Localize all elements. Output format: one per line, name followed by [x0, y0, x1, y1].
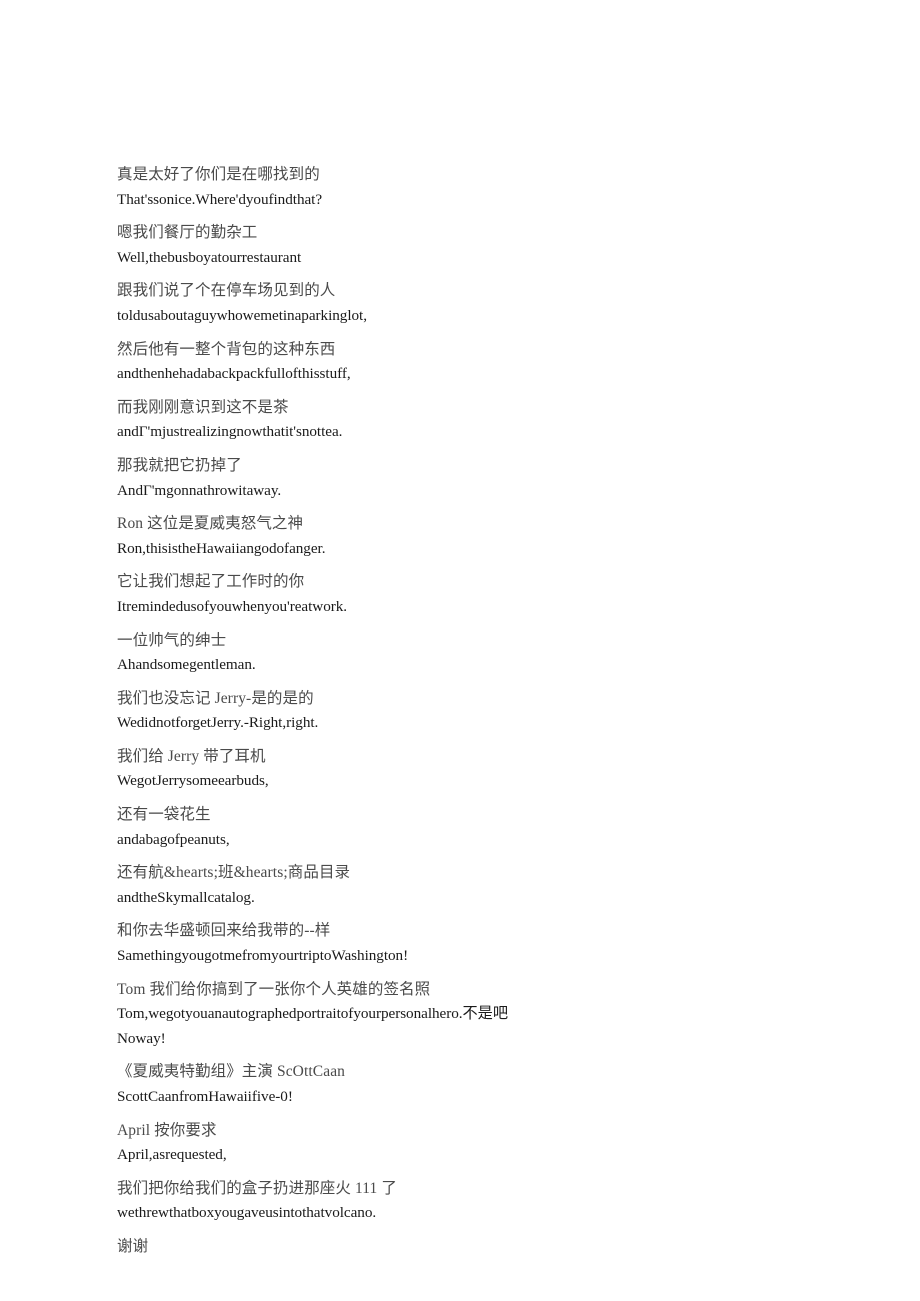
subtitle-stanza: 那我就把它扔掉了 AndΓ'mgonnathrowitaway.	[117, 454, 817, 503]
subtitle-line-en-continued: Noway!	[117, 1029, 166, 1047]
subtitle-line-zh: Tom 我们给你搞到了一张你个人英雄的签名照	[117, 980, 431, 998]
subtitle-line-zh: 我们也没忘记 Jerry-是的是的	[117, 689, 314, 707]
transcript-body: 真是太好了你们是在哪找到的 That'ssonice.Where'dyoufin…	[117, 163, 817, 1269]
subtitle-stanza: 我们把你给我们的盒子扔进那座火 111 了 wethrewthatboxyoug…	[117, 1177, 817, 1226]
subtitle-stanza: 谢谢	[117, 1235, 817, 1260]
subtitle-line-zh: April 按你要求	[117, 1121, 217, 1139]
subtitle-line-zh: 我们给 Jerry 带了耳机	[117, 747, 266, 765]
subtitle-line-zh: 我们把你给我们的盒子扔进那座火 111 了	[117, 1179, 397, 1197]
subtitle-line-en: andtheSkymallcatalog.	[117, 888, 255, 906]
subtitle-stanza: 还有一袋花生 andabagofpeanuts,	[117, 803, 817, 852]
subtitle-line-en: toldusaboutaguywhowemetinaparkinglot,	[117, 306, 367, 324]
subtitle-line-en: andabagofpeanuts,	[117, 830, 230, 848]
subtitle-line-en: Tom,wegotyouanautographedportraitofyourp…	[117, 1005, 508, 1023]
subtitle-line-en: ScottCaanfromHawaiifive-0!	[117, 1088, 293, 1105]
subtitle-line-zh: 然后他有一整个背包的这种东西	[117, 340, 336, 358]
subtitle-line-zh: 还有航&hearts;班&hearts;商品目录	[117, 864, 351, 882]
subtitle-line-en: That'ssonice.Where'dyoufindthat?	[117, 190, 323, 208]
subtitle-stanza: 还有航&hearts;班&hearts;商品目录 andtheSkymallca…	[117, 861, 817, 910]
subtitle-line-en: WedidnotforgetJerry.-Right,right.	[117, 714, 319, 732]
subtitle-line-en: Ron,thisistheHawaiiangodofanger.	[117, 539, 326, 557]
subtitle-stanza: 然后他有一整个背包的这种东西 andthenhehadabackpackfull…	[117, 338, 817, 387]
subtitle-line-en: April,asrequested,	[117, 1146, 227, 1164]
subtitle-line-en: AndΓ'mgonnathrowitaway.	[117, 481, 282, 499]
subtitle-line-zh: 谢谢	[117, 1237, 149, 1255]
subtitle-stanza: 而我刚刚意识到这不是茶 andΓ'mjustrealizingnowthatit…	[117, 396, 817, 445]
subtitle-line-zh: 跟我们说了个在停车场见到的人	[117, 282, 336, 300]
subtitle-stanza: April 按你要求 April,asrequested,	[117, 1119, 817, 1168]
subtitle-line-zh: 而我刚刚意识到这不是茶	[117, 398, 289, 416]
subtitle-stanza: 嗯我们餐厅的勤杂工 Well,thebusboyatourrestaurant	[117, 221, 817, 270]
subtitle-line-zh: 那我就把它扔掉了	[117, 456, 242, 474]
subtitle-line-zh: 一位帅气的绅士	[117, 631, 227, 649]
subtitle-line-zh: 还有一袋花生	[117, 806, 211, 824]
subtitle-line-en: Itremindedusofyouwhenyou'reatwork.	[117, 597, 348, 615]
subtitle-line-zh: 和你去华盛顿回来给我带的--样	[117, 922, 331, 940]
subtitle-line-zh: 嗯我们餐厅的勤杂工	[117, 224, 258, 242]
subtitle-line-zh: Ron 这位是夏威夷怒气之神	[117, 515, 304, 533]
subtitle-stanza: 它让我们想起了工作时的你 Itremindedusofyouwhenyou're…	[117, 570, 817, 619]
subtitle-stanza: 跟我们说了个在停车场见到的人 toldusaboutaguywhowemetin…	[117, 279, 817, 328]
subtitle-stanza: 和你去华盛顿回来给我带的--样 Samethingyougotmefromyou…	[117, 919, 817, 968]
subtitle-line-zh: 真是太好了你们是在哪找到的	[117, 166, 320, 183]
subtitle-line-en: Well,thebusboyatourrestaurant	[117, 248, 302, 266]
subtitle-line-en: Ahandsomegentleman.	[117, 656, 256, 674]
subtitle-line-en: wethrewthatboxyougaveusintothatvolcano.	[117, 1204, 377, 1222]
subtitle-stanza: Ron 这位是夏威夷怒气之神 Ron,thisistheHawaiiangodo…	[117, 512, 817, 561]
subtitle-line-en: SamethingyougotmefromyourtriptoWashingto…	[117, 947, 409, 965]
subtitle-stanza: Tom 我们给你搞到了一张你个人英雄的签名照 Tom,wegotyouanaut…	[117, 978, 817, 1052]
subtitle-line-en: andΓ'mjustrealizingnowthatit'snottea.	[117, 423, 343, 441]
subtitle-stanza: 真是太好了你们是在哪找到的 That'ssonice.Where'dyoufin…	[117, 163, 817, 212]
subtitle-stanza: 我们给 Jerry 带了耳机 WegotJerrysomeearbuds,	[117, 745, 817, 794]
subtitle-line-zh: 它让我们想起了工作时的你	[117, 573, 305, 591]
subtitle-stanza: 《夏威夷特勤组》主演 ScOttCaan ScottCaanfromHawaii…	[117, 1060, 817, 1109]
subtitle-line-zh: 《夏威夷特勤组》主演 ScOttCaan	[117, 1063, 346, 1081]
subtitle-line-en: WegotJerrysomeearbuds,	[117, 772, 269, 790]
subtitle-stanza: 一位帅气的绅士 Ahandsomegentleman.	[117, 629, 817, 678]
subtitle-line-en: andthenhehadabackpackfullofthisstuff,	[117, 365, 351, 383]
document-page: 真是太好了你们是在哪找到的 That'ssonice.Where'dyoufin…	[0, 0, 920, 1301]
subtitle-stanza: 我们也没忘记 Jerry-是的是的 WedidnotforgetJerry.-R…	[117, 687, 817, 736]
